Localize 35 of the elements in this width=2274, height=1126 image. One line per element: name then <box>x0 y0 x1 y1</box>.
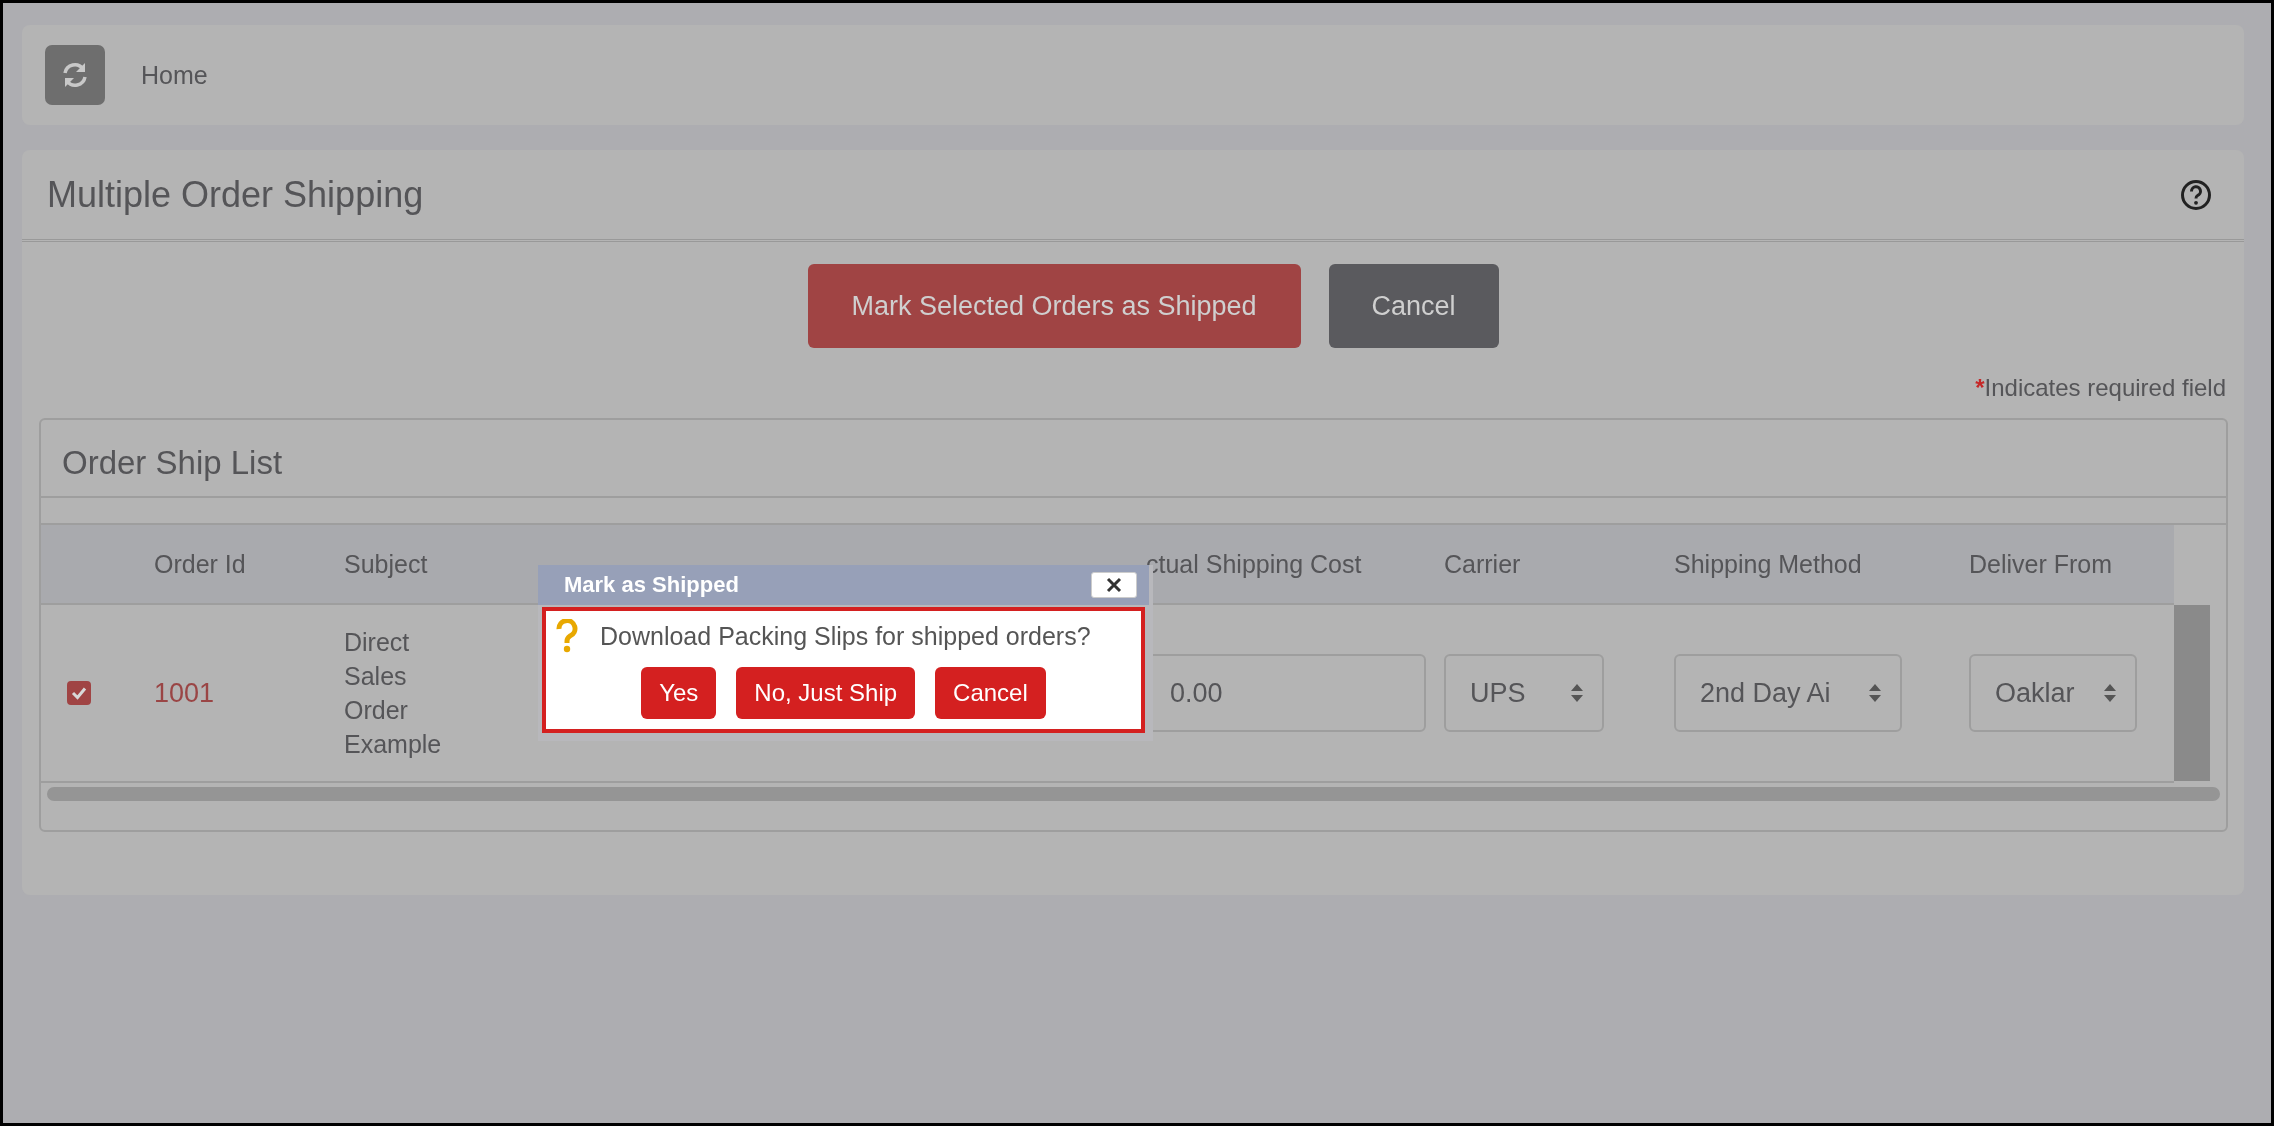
close-button[interactable] <box>1091 572 1137 598</box>
page-title: Multiple Order Shipping <box>47 173 424 216</box>
breadcrumb-link[interactable]: Home <box>141 60 208 90</box>
subject-text: Direct Sales Order Example <box>344 627 443 760</box>
order-link[interactable]: 1001 <box>154 677 215 708</box>
dialog-message: Download Packing Slips for shipped orders? <box>600 621 1091 651</box>
required-note: Indicates required field <box>1984 374 2226 401</box>
sort-arrows-icon <box>2103 682 2117 704</box>
mark-shipped-button[interactable]: Mark Selected Orders as Shipped <box>807 264 1301 348</box>
help-icon <box>2180 178 2212 211</box>
cancel-button[interactable]: Cancel <box>1328 264 1499 348</box>
column-header: Subject <box>344 549 428 578</box>
dialog-title: Mark as Shipped <box>564 572 739 598</box>
column-header: Deliver From <box>1969 549 2113 578</box>
shipping-method-select[interactable]: 2nd Day Ai <box>1674 654 1902 732</box>
list-title: Order Ship List <box>61 443 283 483</box>
vertical-scrollbar[interactable] <box>2174 605 2210 781</box>
cancel-button[interactable]: Cancel <box>935 667 1046 719</box>
horizontal-scrollbar[interactable] <box>47 787 2220 801</box>
deliver-from-select[interactable]: Oaklar <box>1969 654 2137 732</box>
sort-arrows-icon <box>1570 682 1584 704</box>
column-header: Shipping Method <box>1674 549 1862 578</box>
carrier-select[interactable]: UPS <box>1444 654 1604 732</box>
ship-only-button[interactable]: No, Just Ship <box>736 667 916 719</box>
sort-arrows-icon <box>1868 682 1882 704</box>
column-header: Order Id <box>154 549 246 578</box>
required-mark: * <box>1975 374 1985 401</box>
check-icon <box>71 686 87 700</box>
refresh-button[interactable] <box>45 45 105 105</box>
question-icon <box>556 619 578 653</box>
column-header: Carrier <box>1444 549 1521 578</box>
close-icon <box>1106 577 1122 593</box>
row-checkbox[interactable] <box>67 681 91 705</box>
refresh-icon <box>60 60 90 90</box>
yes-button[interactable]: Yes <box>641 667 717 719</box>
